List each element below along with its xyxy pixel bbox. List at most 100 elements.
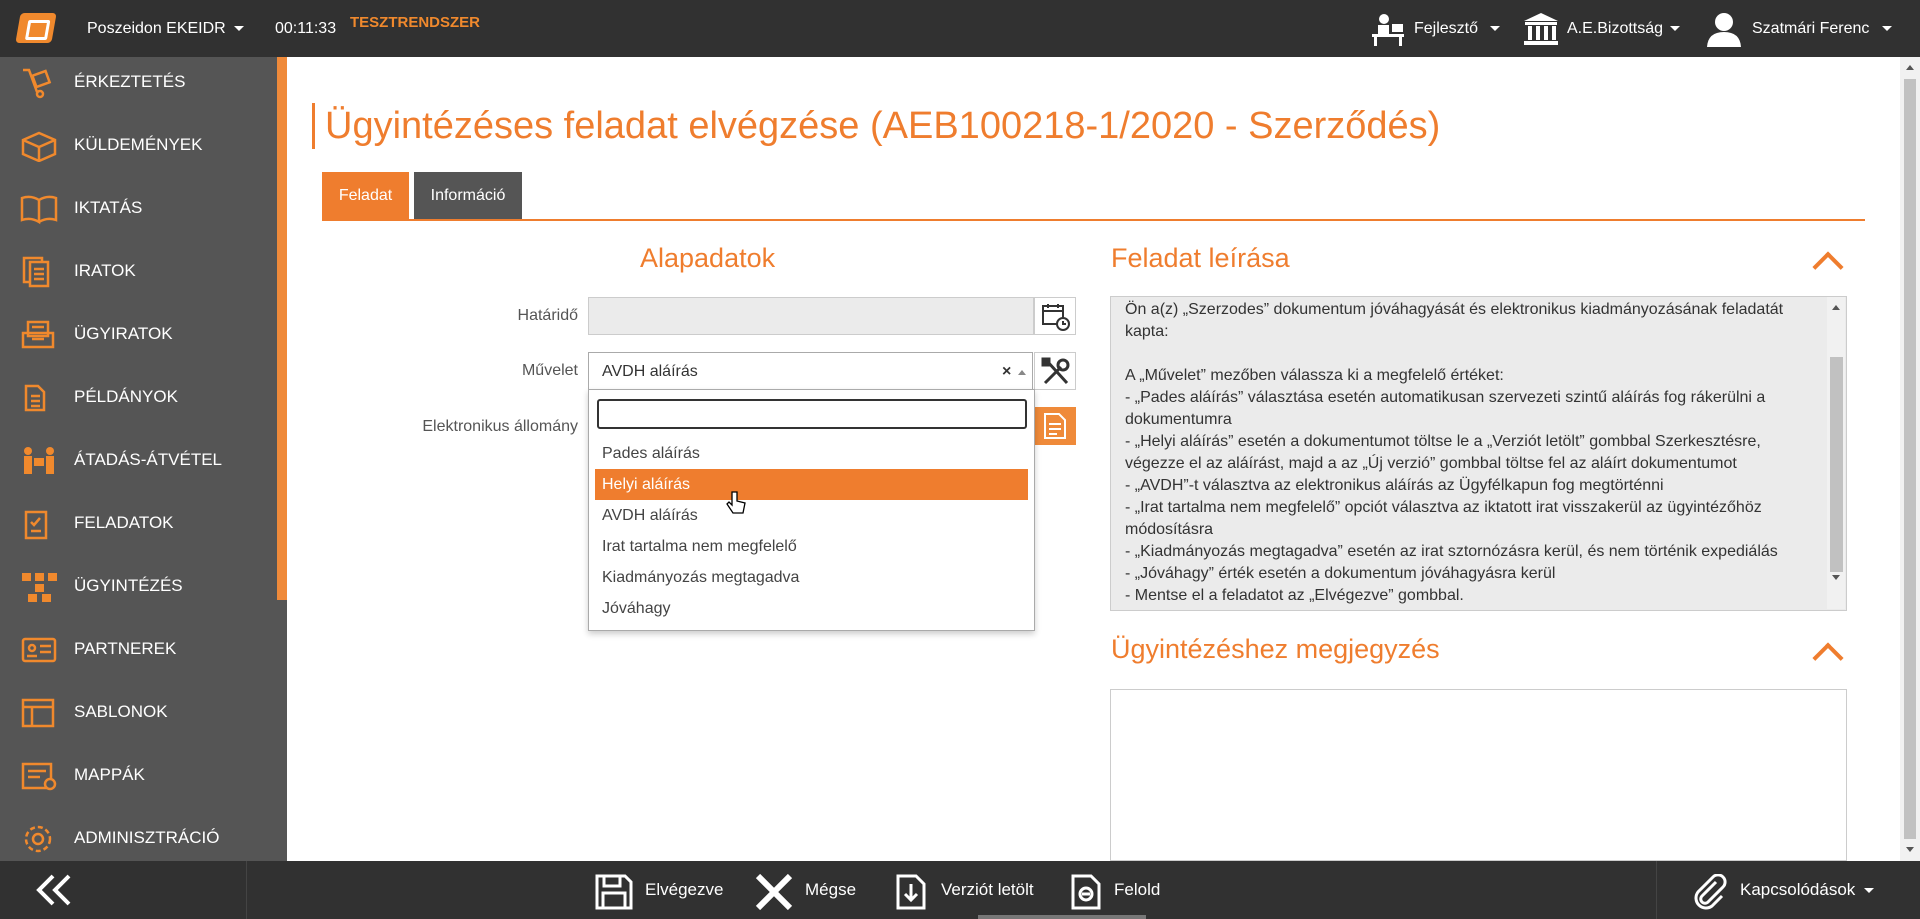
calendar-clock-icon: [1042, 304, 1070, 331]
caret-down-icon: [233, 26, 244, 32]
toolbar-scroll-indicator: [978, 915, 1146, 919]
dropdown-option[interactable]: Pades aláírás: [595, 438, 1028, 469]
hand-cursor-icon: [726, 491, 746, 514]
download-label: Verziót letölt: [941, 880, 1034, 899]
note-textarea[interactable]: [1110, 689, 1847, 861]
section-heading-alapadatok: Alapadatok: [640, 243, 776, 273]
sidebar-scrollbar[interactable]: [277, 57, 287, 861]
tools-button[interactable]: [1034, 352, 1076, 390]
section-heading-description: Feladat leírása: [1111, 243, 1290, 273]
developer-desk-icon: [1372, 14, 1404, 46]
sidebar-item-label: PÉLDÁNYOK: [74, 387, 178, 406]
scroll-down-icon[interactable]: [1906, 847, 1914, 852]
description-scrollbar[interactable]: [1827, 297, 1845, 609]
scroll-down-icon[interactable]: [1832, 575, 1840, 580]
dropdown-option[interactable]: Kiadmányozás megtagadva: [595, 562, 1028, 593]
user-menu[interactable]: Szatmári Ferenc: [1706, 0, 1896, 57]
address-card-icon: [21, 637, 57, 663]
package-icon: [21, 131, 57, 162]
page-scrollbar[interactable]: [1900, 57, 1920, 861]
description-scroll-thumb[interactable]: [1830, 357, 1843, 572]
tab-informacio[interactable]: Információ: [414, 172, 522, 219]
tab-feladat[interactable]: Feladat: [322, 172, 409, 219]
close-icon: [755, 874, 793, 910]
sidebar-item-adminisztracio[interactable]: ADMINISZTRÁCIÓ: [0, 813, 277, 863]
page-scroll-thumb[interactable]: [1904, 79, 1916, 839]
user-icon: [1707, 13, 1741, 47]
sidebar-item-label: IRATOK: [74, 261, 136, 280]
scroll-up-icon[interactable]: [1906, 65, 1914, 70]
bottom-toolbar: Elvégezve Mégse Verziót letölt Felold Ka…: [0, 861, 1920, 919]
cancel-label: Mégse: [805, 880, 857, 899]
role-menu[interactable]: Fejlesztő: [1370, 0, 1500, 57]
sidebar-item-label: ÁTADÁS-ÁTVÉTEL: [74, 450, 222, 469]
sidebar-item-label: ÜGYINTÉZÉS: [74, 576, 183, 595]
top-bar: Poszeidon EKEIDR 00:11:33 TESZTRENDSZER …: [0, 0, 1920, 57]
dropdown-search-input[interactable]: [597, 399, 1027, 429]
user-name: Szatmári Ferenc: [1752, 20, 1870, 37]
dropdown-option[interactable]: Irat tartalma nem megfelelő: [595, 531, 1028, 562]
organization-menu[interactable]: A.E.Bizottság: [1523, 0, 1683, 57]
template-icon: [21, 698, 55, 728]
caret-up-icon: [1864, 888, 1874, 893]
app-logo[interactable]: [15, 13, 57, 43]
electronic-file-label: Elektronikus állomány: [422, 418, 578, 435]
documents-icon: [22, 256, 50, 288]
sidebar-item-label: MAPPÁK: [74, 765, 145, 784]
sidebar-item-iktatas[interactable]: IKTATÁS: [0, 183, 277, 233]
app-menu[interactable]: Poszeidon EKEIDR: [87, 0, 244, 57]
dropdown-option[interactable]: Helyi aláírás: [595, 469, 1028, 500]
copy-icon: [24, 384, 46, 412]
operation-select[interactable]: AVDH aláírás ×: [588, 352, 1033, 390]
clipboard-icon: [24, 510, 48, 540]
sidebar-item-iratok[interactable]: IRATOK: [0, 246, 277, 296]
environment-label: TESZTRENDSZER: [350, 14, 481, 31]
deadline-field[interactable]: [588, 297, 1034, 335]
folder-icon: [21, 762, 57, 791]
sidebar-item-ugyiratok[interactable]: ÜGYIRATOK: [0, 309, 277, 359]
sidebar-item-partnerek[interactable]: PARTNEREK: [0, 624, 277, 674]
sidebar-item-feladatok[interactable]: FELADATOK: [0, 498, 277, 548]
unlock-file-icon: [1071, 874, 1101, 910]
save-icon: [595, 874, 633, 910]
calendar-button[interactable]: [1034, 297, 1076, 335]
description-textarea[interactable]: Ön a(z) „Szerzodes” dokumentum jóváhagyá…: [1110, 296, 1847, 611]
sidebar-item-mappak[interactable]: MAPPÁK: [0, 750, 277, 800]
dolly-icon: [23, 68, 52, 99]
operation-label: Művelet: [521, 362, 578, 379]
sidebar: ÉRKEZTETÉS KÜLDEMÉNYEK IKTATÁS IRATOK ÜG…: [0, 57, 277, 861]
sidebar-item-peldanyok[interactable]: PÉLDÁNYOK: [0, 372, 277, 422]
sidebar-item-sablonok[interactable]: SABLONOK: [0, 687, 277, 737]
sidebar-item-label: ÉRKEZTETÉS: [74, 72, 186, 91]
tab-bar: Feladat Információ: [322, 172, 1865, 221]
sidebar-item-label: PARTNEREK: [74, 639, 177, 658]
wrench-screwdriver-icon: [1041, 357, 1070, 385]
sidebar-item-atadas-atvetel[interactable]: ÁTADÁS-ÁTVÉTEL: [0, 435, 277, 485]
release-button[interactable]: Felold: [1070, 861, 1180, 919]
paperclip-icon: [1694, 874, 1727, 910]
deadline-label: Határidő: [517, 307, 578, 324]
dropdown-option[interactable]: Jóváhagy: [595, 593, 1028, 624]
done-label: Elvégezve: [645, 880, 724, 899]
sidebar-scroll-thumb[interactable]: [277, 57, 287, 600]
sidebar-item-kuldemenyek[interactable]: KÜLDEMÉNYEK: [0, 120, 277, 170]
caret-down-icon: [1670, 26, 1680, 31]
done-button[interactable]: Elvégezve: [595, 861, 725, 919]
dropdown-option[interactable]: AVDH aláírás: [595, 500, 1028, 531]
double-chevron-left-icon: [36, 874, 71, 906]
sidebar-item-label: SABLONOK: [74, 702, 168, 721]
sidebar-item-label: KÜLDEMÉNYEK: [74, 135, 203, 154]
sidebar-item-label: ÜGYIRATOK: [74, 324, 173, 343]
electronic-file-button[interactable]: [1034, 407, 1076, 445]
sidebar-item-ugyintezes[interactable]: ÜGYINTÉZÉS: [0, 561, 277, 611]
sidebar-item-erkeztetes[interactable]: ÉRKEZTETÉS: [0, 57, 277, 107]
scroll-up-icon[interactable]: [1832, 305, 1840, 310]
sidebar-item-label: IKTATÁS: [74, 198, 143, 217]
clear-icon[interactable]: ×: [1002, 353, 1011, 391]
download-version-button[interactable]: Verziót letölt: [895, 861, 1035, 919]
links-menu[interactable]: Kapcsolódások: [1692, 861, 1874, 919]
organization-label: A.E.Bizottság: [1567, 20, 1664, 37]
cancel-button[interactable]: Mégse: [755, 861, 865, 919]
collapse-sidebar-button[interactable]: [33, 873, 78, 907]
operation-selected-value: AVDH aláírás: [602, 363, 698, 380]
